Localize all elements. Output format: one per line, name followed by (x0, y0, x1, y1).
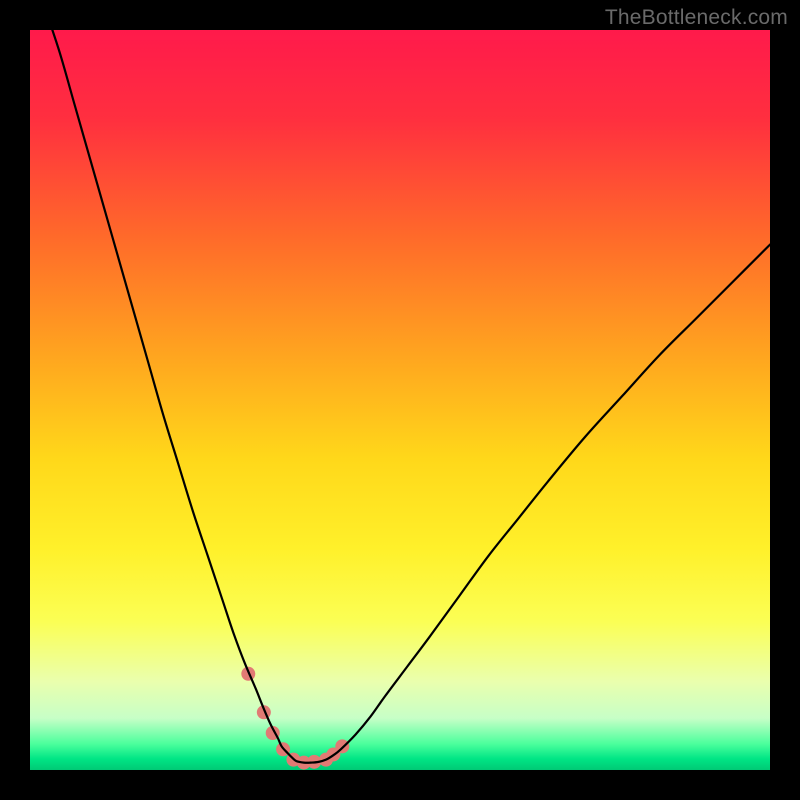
plot-area (30, 30, 770, 770)
bottleneck-curve (45, 30, 770, 763)
watermark-text: TheBottleneck.com (605, 6, 788, 30)
chart-frame: TheBottleneck.com (0, 0, 800, 800)
curve-layer (30, 30, 770, 770)
